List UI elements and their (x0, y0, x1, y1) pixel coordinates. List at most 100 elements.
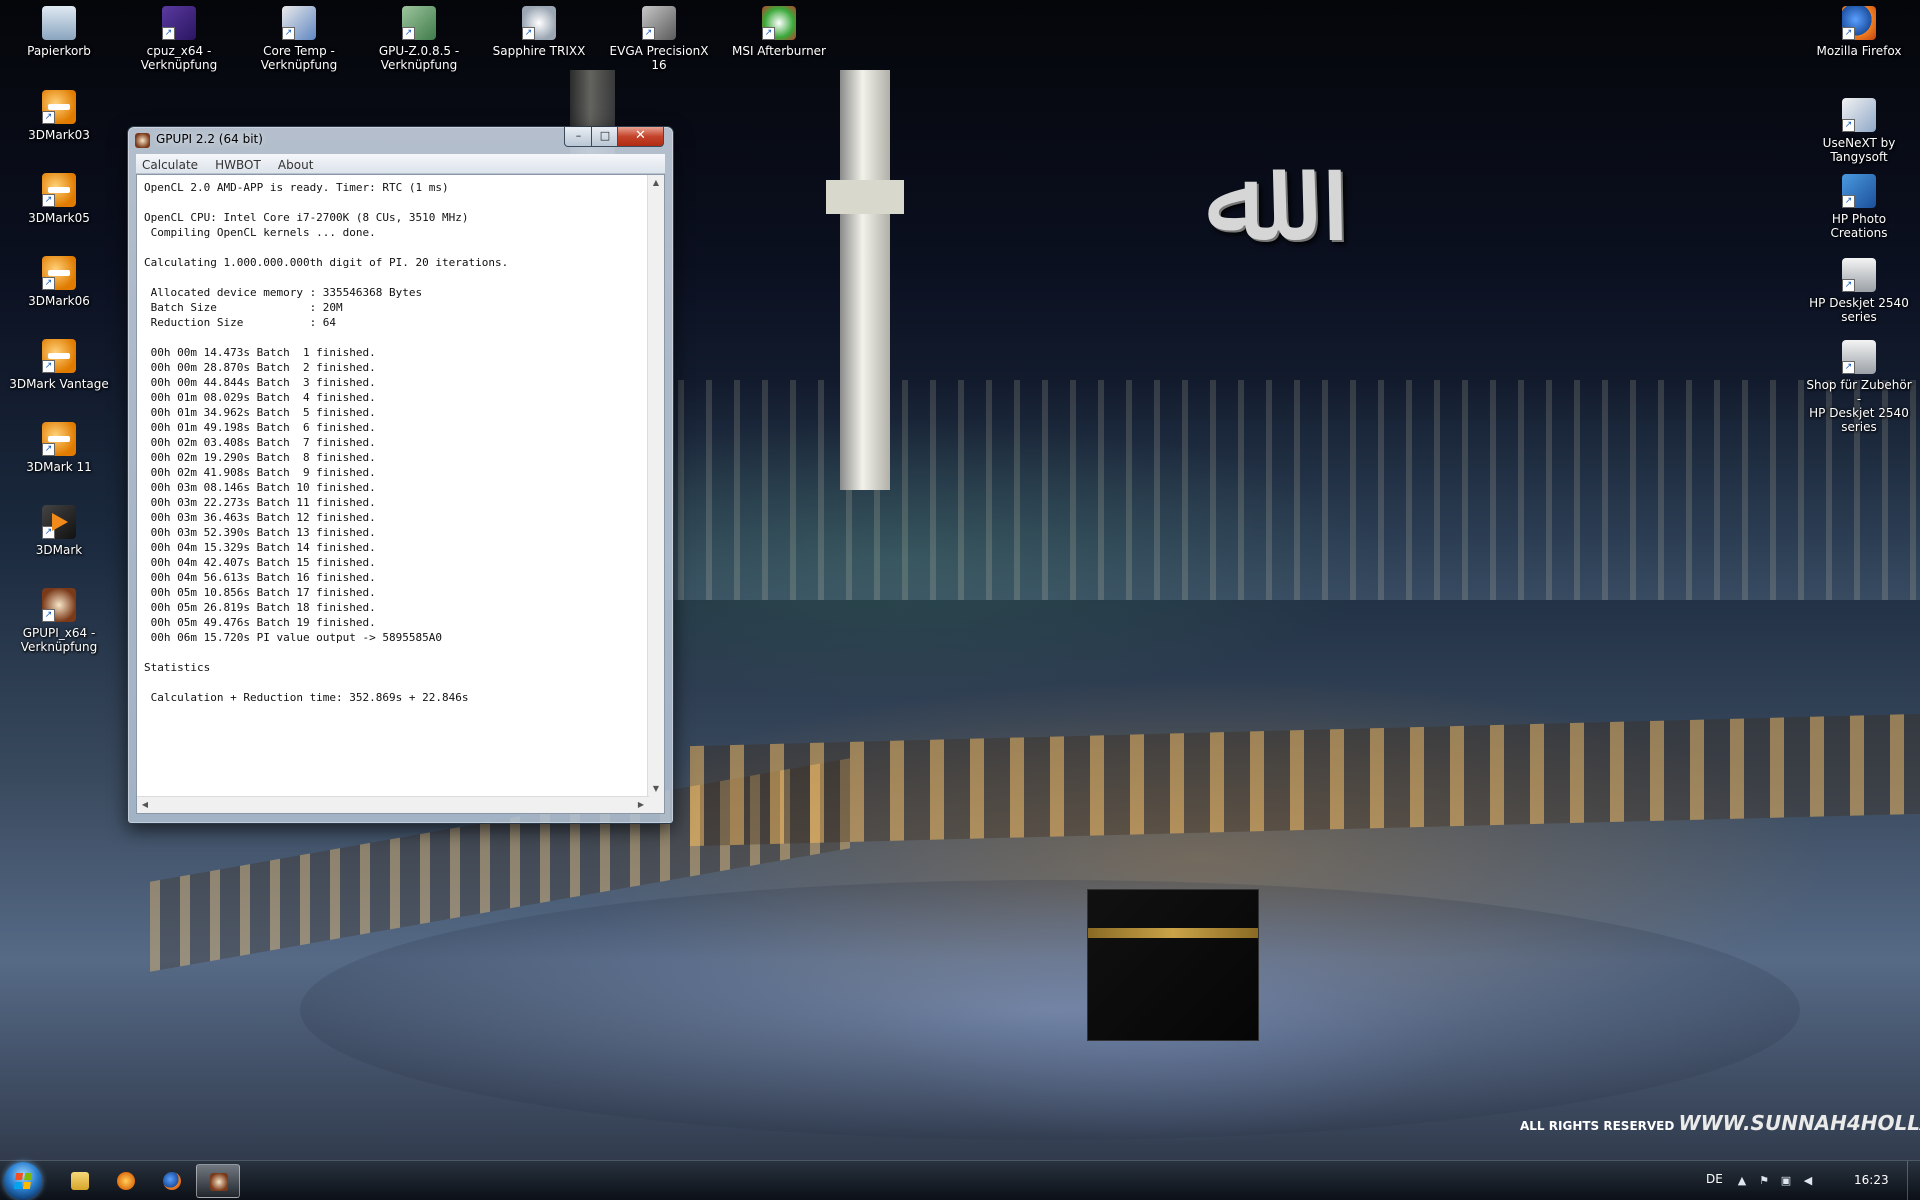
wallpaper-calligraphy: ﷲ (1204, 130, 1276, 269)
size-grip[interactable] (648, 797, 664, 813)
desktop-icon-3dmark[interactable]: ↗ 3DMark (3, 505, 115, 557)
desktop-icon-label: EVGA PrecisionX 16 (609, 44, 709, 72)
printer-shop-icon: ↗ (1842, 340, 1876, 374)
desktop-icon-recycle-bin[interactable]: Papierkorb (3, 6, 115, 58)
show-hidden-icons-icon[interactable]: ▲ (1736, 1175, 1748, 1187)
desktop-icon-3dmark03[interactable]: ↗ 3DMark03 (3, 90, 115, 142)
close-button[interactable]: ✕ (617, 127, 664, 147)
taskbar-media-player[interactable] (104, 1164, 148, 1198)
desktop-icon-hp-photo-creations[interactable]: ↗ HP Photo Creations (1803, 174, 1915, 240)
output-line: Reduction Size : 64 (144, 316, 337, 329)
3dmark-play-icon: ↗ (42, 505, 76, 539)
desktop-icon-3dmark05[interactable]: ↗ 3DMark05 (3, 173, 115, 225)
output-line: 00h 05m 10.856s Batch 17 finished. (144, 586, 376, 599)
printer-icon: ↗ (1842, 258, 1876, 292)
taskbar-firefox[interactable] (150, 1164, 194, 1198)
desktop-icon-3dmark-vantage[interactable]: ↗ 3DMark Vantage (3, 339, 115, 391)
output-area[interactable]: OpenCL 2.0 AMD-APP is ready. Timer: RTC … (136, 174, 665, 814)
clock[interactable]: 16:23 (1854, 1173, 1889, 1187)
action-center-flag-icon[interactable]: ⚑ (1758, 1175, 1770, 1187)
desktop-icon-label: HP Photo Creations (1830, 212, 1888, 240)
network-icon[interactable]: ▣ (1780, 1175, 1792, 1187)
folder-icon (71, 1172, 89, 1190)
window-titlebar[interactable]: GPUPI 2.2 (64 bit) – □ ✕ (128, 127, 673, 153)
desktop-icon-3dmark11[interactable]: ↗ 3DMark 11 (3, 422, 115, 474)
horizontal-scrollbar[interactable]: ◀ ▶ (137, 796, 649, 813)
output-line: 00h 05m 26.819s Batch 18 finished. (144, 601, 376, 614)
maximize-button[interactable]: □ (591, 127, 619, 147)
desktop-icon-firefox[interactable]: ↗ Mozilla Firefox (1803, 6, 1915, 58)
output-line: Compiling OpenCL kernels ... done. (144, 226, 376, 239)
scroll-right-arrow-icon[interactable]: ▶ (633, 797, 649, 813)
scroll-down-arrow-icon[interactable]: ▼ (648, 781, 664, 797)
wallpaper-minaret (826, 70, 904, 490)
output-line: 00h 03m 22.273s Batch 11 finished. (144, 496, 376, 509)
desktop-icon-hp-deskjet[interactable]: ↗ HP Deskjet 2540 series (1803, 258, 1915, 324)
3dmark-icon: ↗ (42, 173, 76, 207)
language-indicator[interactable]: DE (1706, 1172, 1723, 1186)
desktop-icon-evga-precisionx[interactable]: ↗ EVGA PrecisionX 16 (603, 6, 715, 72)
desktop-icon-gpuz[interactable]: ↗ GPU-Z.0.8.5 - Verknüpfung (363, 6, 475, 72)
desktop-icon-usenext[interactable]: ↗ UseNeXT by Tangysoft (1803, 98, 1915, 164)
shortcut-arrow-icon: ↗ (42, 360, 55, 373)
taskbar-gpupi[interactable] (196, 1164, 240, 1198)
window-title: GPUPI 2.2 (64 bit) (156, 132, 263, 146)
core-temp-icon: ↗ (282, 6, 316, 40)
output-log[interactable]: OpenCL 2.0 AMD-APP is ready. Timer: RTC … (137, 175, 649, 797)
desktop-icon-label: GPUPI_x64 - Verknüpfung (20, 626, 98, 654)
desktop-icon-label: Mozilla Firefox (1816, 44, 1902, 58)
desktop-icon-cpuz[interactable]: ↗ cpuz_x64 - Verknüpfung (123, 6, 235, 72)
gpuz-icon: ↗ (402, 6, 436, 40)
gpupi-app-icon[interactable] (135, 133, 150, 148)
output-line: 00h 06m 15.720s PI value output -> 58955… (144, 631, 443, 644)
desktop: ﷲ ALL RIGHTS RESERVED WWW.SUNNAH4HOLLAND… (0, 0, 1920, 1200)
show-desktop-button[interactable] (1907, 1161, 1920, 1200)
output-line: Allocated device memory : 335546368 Byte… (144, 286, 423, 299)
minimize-button[interactable]: – (564, 127, 593, 147)
desktop-icon-sapphire-trixx[interactable]: ↗ Sapphire TRIXX (483, 6, 595, 58)
shortcut-arrow-icon: ↗ (42, 277, 55, 290)
output-line: OpenCL CPU: Intel Core i7-2700K (8 CUs, … (144, 211, 469, 224)
start-button[interactable] (4, 1162, 42, 1200)
volume-icon[interactable]: ◀ (1802, 1175, 1814, 1187)
desktop-icon-core-temp[interactable]: ↗ Core Temp - Verknüpfung (243, 6, 355, 72)
desktop-icon-hp-shop[interactable]: ↗ Shop für Zubehör - HP Deskjet 2540 ser… (1803, 340, 1915, 434)
hp-photo-icon: ↗ (1842, 174, 1876, 208)
shortcut-arrow-icon: ↗ (1842, 361, 1855, 374)
taskbar-explorer[interactable] (58, 1164, 102, 1198)
desktop-icon-gpupi[interactable]: ↗ GPUPI_x64 - Verknüpfung (3, 588, 115, 654)
scroll-left-arrow-icon[interactable]: ◀ (137, 797, 153, 813)
output-line: 00h 03m 36.463s Batch 12 finished. (144, 511, 376, 524)
3dmark-icon: ↗ (42, 339, 76, 373)
wallpaper-arcade (690, 713, 1920, 847)
gpupi-icon (210, 1173, 228, 1191)
menu-about[interactable]: About (272, 156, 319, 175)
desktop-icon-3dmark06[interactable]: ↗ 3DMark06 (3, 256, 115, 308)
desktop-icon-label: UseNeXT by Tangysoft (1822, 136, 1896, 164)
media-player-icon (117, 1172, 135, 1190)
vertical-scrollbar[interactable]: ▲ ▼ (647, 175, 664, 797)
output-line: Calculating 1.000.000.000th digit of PI.… (144, 256, 509, 269)
desktop-icon-label: 3DMark05 (28, 211, 90, 225)
wallpaper-watermark: ALL RIGHTS RESERVED WWW.SUNNAH4HOLLAND.N… (1520, 1110, 1920, 1136)
output-line: 00h 01m 49.198s Batch 6 finished. (144, 421, 376, 434)
output-line: Batch Size : 20M (144, 301, 343, 314)
scroll-up-arrow-icon[interactable]: ▲ (648, 175, 664, 191)
usenext-icon: ↗ (1842, 98, 1876, 132)
gpupi-window: GPUPI 2.2 (64 bit) – □ ✕ Calculate HWBOT… (127, 126, 674, 824)
sapphire-trixx-icon: ↗ (522, 6, 556, 40)
menu-hwbot[interactable]: HWBOT (209, 156, 267, 175)
desktop-icon-label: GPU-Z.0.8.5 - Verknüpfung (378, 44, 460, 72)
output-line: OpenCL 2.0 AMD-APP is ready. Timer: RTC … (144, 181, 449, 194)
output-line: 00h 02m 19.290s Batch 8 finished. (144, 451, 376, 464)
firefox-icon: ↗ (1842, 6, 1876, 40)
desktop-icon-msi-afterburner[interactable]: ↗ MSI Afterburner (723, 6, 835, 58)
menu-calculate[interactable]: Calculate (136, 156, 204, 175)
shortcut-arrow-icon: ↗ (42, 111, 55, 124)
recycle-bin-icon (42, 6, 76, 40)
wallpaper-courtyard (300, 880, 1800, 1140)
